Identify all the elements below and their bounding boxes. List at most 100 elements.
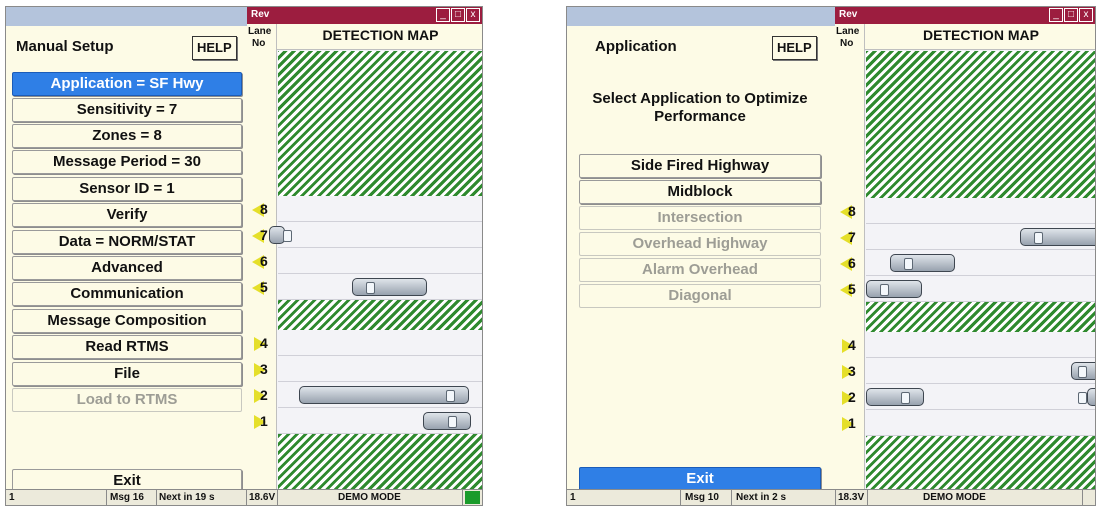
lane-number: 3	[260, 361, 268, 377]
lane-number: 2	[260, 387, 268, 403]
lane-3-track	[866, 358, 1095, 384]
option-intersection[interactable]: Intersection	[579, 206, 821, 230]
lane-number: 7	[848, 229, 856, 245]
lane-2-marker: 2	[250, 385, 274, 407]
application-button[interactable]: Application = SF Hwy	[12, 72, 242, 96]
lane-number: 1	[848, 415, 856, 431]
page-title: Manual Setup	[16, 38, 114, 55]
lane-4-track	[278, 330, 482, 356]
median-zone	[866, 302, 1095, 332]
vehicle-icon	[866, 280, 922, 298]
lane-3-marker: 3	[838, 361, 862, 383]
vehicle-icon	[890, 254, 955, 272]
median-zone	[278, 300, 482, 330]
no-lane-zone-bottom	[278, 434, 482, 489]
read-rtms-button[interactable]: Read RTMS	[12, 335, 242, 359]
number-column-label: No	[252, 38, 266, 49]
divider	[680, 490, 681, 505]
map-title: DETECTION MAP	[322, 27, 439, 43]
lane-4-track	[866, 332, 1095, 358]
maximize-button[interactable]: □	[1064, 8, 1078, 22]
minimize-button[interactable]: _	[1049, 8, 1063, 22]
lane-column-label: Lane	[836, 26, 860, 37]
vehicle-icon	[423, 412, 471, 430]
status-message-count: Msg 10	[685, 492, 719, 503]
lane-1-track	[866, 410, 1095, 436]
no-lane-zone	[866, 51, 1095, 198]
lane-number: 5	[848, 281, 856, 297]
verify-button[interactable]: Verify	[12, 203, 242, 227]
minimize-button[interactable]: _	[436, 8, 450, 22]
help-button[interactable]: HELP	[772, 36, 817, 60]
divider	[246, 490, 247, 505]
detection-map: Rev _ □ x Lane No DETECTION MAP 8 7 6 5 …	[247, 7, 482, 489]
option-diagonal[interactable]: Diagonal	[579, 284, 821, 308]
application-window: Application HELP Select Application to O…	[566, 6, 1096, 506]
divider	[462, 490, 463, 505]
divider	[277, 490, 278, 505]
lane-number: 1	[260, 413, 268, 429]
sensor-id-button[interactable]: Sensor ID = 1	[12, 177, 242, 201]
divider	[731, 490, 732, 505]
communication-button[interactable]: Communication	[12, 282, 242, 306]
option-alarm-overhead[interactable]: Alarm Overhead	[579, 258, 821, 282]
message-period-button[interactable]: Message Period = 30	[12, 150, 242, 174]
file-button[interactable]: File	[12, 362, 242, 386]
divider	[835, 490, 836, 505]
no-lane-zone	[278, 51, 482, 196]
vehicle-icon	[352, 278, 427, 296]
lane-1-marker: 1	[838, 413, 862, 435]
divider	[156, 490, 157, 505]
status-next-update: Next in 2 s	[736, 492, 787, 503]
message-composition-button[interactable]: Message Composition	[12, 309, 242, 333]
lane-number: 8	[260, 201, 268, 217]
lane-1-marker: 1	[250, 411, 274, 433]
lane-7-marker: 7	[838, 227, 862, 249]
data-format-button[interactable]: Data = NORM/STAT	[12, 230, 242, 254]
zones-button[interactable]: Zones = 8	[12, 124, 242, 148]
rev-label: Rev	[251, 9, 270, 20]
option-midblock[interactable]: Midblock	[579, 180, 821, 204]
vehicle-icon	[1020, 228, 1095, 246]
status-id: 1	[9, 492, 15, 503]
lane-number: 6	[848, 255, 856, 271]
menu-header-bar	[567, 7, 835, 26]
number-column-label: No	[840, 38, 854, 49]
map-title: DETECTION MAP	[923, 27, 1039, 43]
help-button[interactable]: HELP	[192, 36, 237, 60]
lane-3-track	[278, 356, 482, 382]
lane-6-marker: 6	[838, 253, 862, 275]
load-to-rtms-button[interactable]: Load to RTMS	[12, 388, 242, 412]
option-overhead-highway[interactable]: Overhead Highway	[579, 232, 821, 256]
status-mode: DEMO MODE	[338, 492, 401, 503]
lane-number: 5	[260, 279, 268, 295]
vehicle-icon	[269, 226, 292, 244]
status-led-icon	[465, 491, 480, 504]
divider	[867, 490, 868, 505]
instruction-text: Select Application to Optimize Performan…	[592, 90, 808, 125]
maximize-button[interactable]: □	[451, 8, 465, 22]
close-button[interactable]: x	[1079, 8, 1093, 22]
page-title: Application	[595, 38, 677, 55]
exit-button[interactable]: Exit	[579, 467, 821, 491]
lane-number: 4	[848, 337, 856, 353]
sensitivity-button[interactable]: Sensitivity = 7	[12, 98, 242, 122]
advanced-button[interactable]: Advanced	[12, 256, 242, 280]
lane-6-marker: 6	[250, 251, 274, 273]
close-button[interactable]: x	[466, 8, 480, 22]
status-id: 1	[570, 492, 576, 503]
option-side-fired-highway[interactable]: Side Fired Highway	[579, 154, 821, 178]
lane-8-marker: 8	[838, 201, 862, 223]
lane-number: 6	[260, 253, 268, 269]
lane-5-marker: 5	[250, 277, 274, 299]
lane-number: 8	[848, 203, 856, 219]
lane-2-marker: 2	[838, 387, 862, 409]
divider	[1082, 490, 1083, 505]
title-bar: Rev _ □ x	[835, 7, 1095, 24]
lane-5-marker: 5	[838, 279, 862, 301]
lane-6-track	[278, 248, 482, 274]
lane-number: 7	[260, 227, 268, 243]
vehicle-icon	[866, 388, 924, 406]
lane-number: 4	[260, 335, 268, 351]
vehicle-icon	[1071, 362, 1095, 380]
